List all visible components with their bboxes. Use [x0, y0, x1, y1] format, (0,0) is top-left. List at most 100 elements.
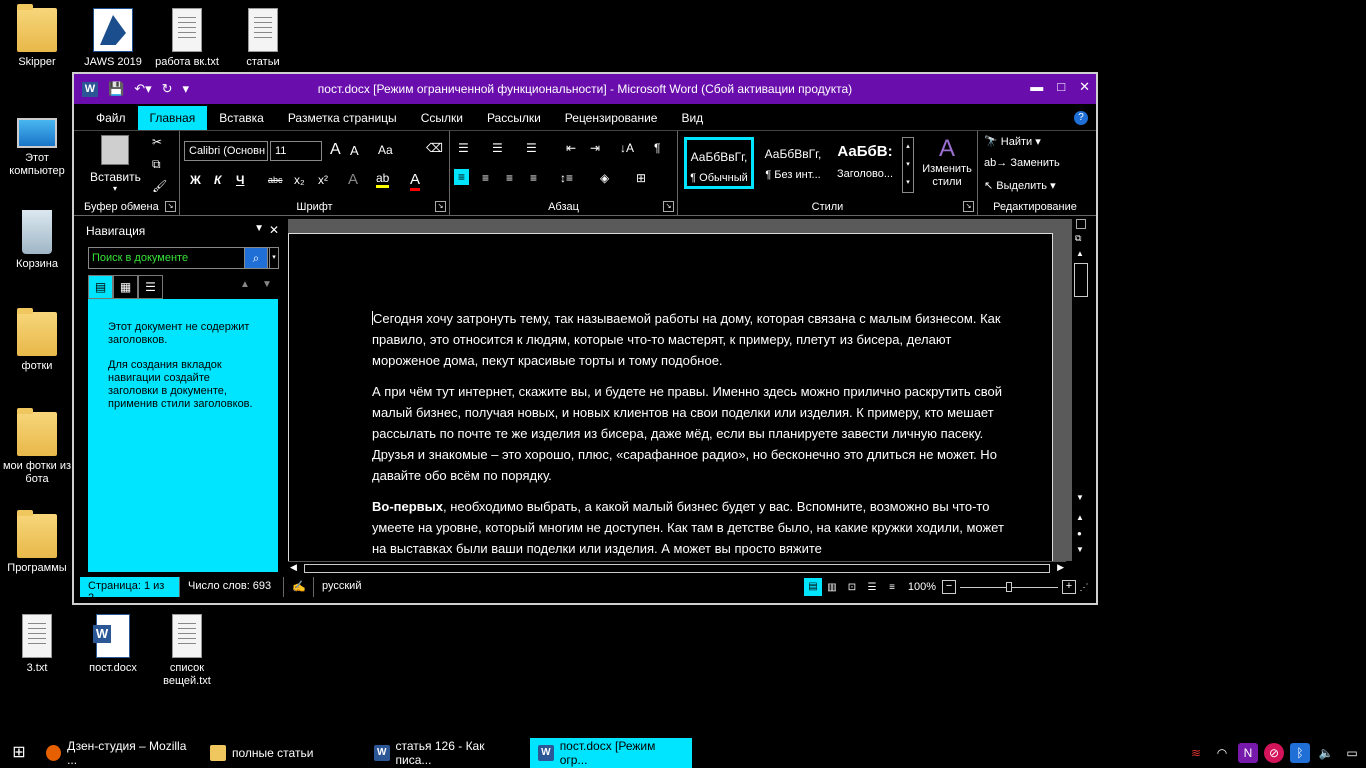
font-color-icon[interactable]: A	[410, 171, 421, 191]
grow-font-icon[interactable]: A	[330, 141, 341, 159]
zoom-in-button[interactable]: +	[1062, 580, 1076, 594]
view-print-layout-icon[interactable]: ▤	[804, 578, 822, 596]
tab-references[interactable]: Ссылки	[409, 106, 475, 130]
select-button[interactable]: ↖ Выделить ▾	[984, 179, 1056, 192]
find-button[interactable]: 🔭 Найти ▾	[984, 135, 1041, 148]
align-left-icon[interactable]: ≡	[454, 169, 470, 185]
tab-home[interactable]: Главная	[137, 106, 208, 130]
document-text[interactable]: Сегодня хочу затронуть тему, так называе…	[372, 309, 1012, 561]
cut-icon[interactable]: ✂	[152, 135, 162, 149]
windows-start-icon[interactable]: ⊞	[0, 738, 38, 768]
nav-search-dropdown-icon[interactable]: ▾	[269, 247, 279, 269]
vertical-scrollbar[interactable]: ⧉ ▲ ▼ ▲ ● ▼	[1072, 219, 1092, 561]
font-size-combo[interactable]: 11	[270, 141, 322, 161]
sort-icon[interactable]: ↓A	[620, 141, 634, 155]
taskbar-item-word-article[interactable]: W статья 126 - Как писа...	[366, 738, 528, 768]
subscript-icon[interactable]: x₂	[294, 173, 305, 187]
desktop-icon-spisok[interactable]: список вещей.txt	[150, 614, 224, 688]
horizontal-scrollbar[interactable]: ◀ ▶	[288, 561, 1066, 575]
text-effects-icon[interactable]: A	[348, 171, 358, 188]
volume-icon[interactable]: 🔈	[1316, 743, 1336, 763]
tab-insert[interactable]: Вставка	[207, 106, 276, 130]
nav-tab-headings[interactable]: ▤	[88, 275, 113, 299]
bullets-icon[interactable]: ☰	[458, 141, 469, 155]
bold-button[interactable]: Ж	[190, 173, 201, 187]
app-tray-icon[interactable]: ⊘	[1264, 743, 1284, 763]
maximize-icon[interactable]: □	[1057, 79, 1065, 95]
view-draft-icon[interactable]: ≡	[882, 582, 902, 593]
clear-formatting-icon[interactable]: ⌫	[426, 141, 443, 155]
zoom-out-button[interactable]: −	[942, 580, 956, 594]
paragraph-3[interactable]: Во-первых, необходимо выбрать, а какой м…	[372, 497, 1012, 559]
help-icon[interactable]: ?	[1074, 111, 1088, 125]
align-center-icon[interactable]: ≡	[482, 171, 489, 185]
onenote-icon[interactable]: N	[1238, 743, 1258, 763]
nav-tab-pages[interactable]: ▦	[113, 275, 138, 299]
ruler-toggle-icon[interactable]	[1076, 219, 1086, 229]
tab-review[interactable]: Рецензирование	[553, 106, 670, 130]
change-styles-button[interactable]: A Изменить стили	[918, 135, 976, 189]
bluetooth-icon[interactable]: ᛒ	[1290, 743, 1310, 763]
superscript-icon[interactable]: x²	[318, 173, 328, 187]
shading-icon[interactable]: ◈	[600, 171, 609, 185]
nav-close-icon[interactable]: ✕	[269, 223, 279, 237]
underline-button[interactable]: Ч	[236, 173, 244, 187]
view-reading-icon[interactable]: ▥	[822, 582, 842, 593]
scroll-left-icon[interactable]: ◀	[290, 562, 297, 573]
scroll-right-icon[interactable]: ▶	[1057, 562, 1064, 573]
strikethrough-button[interactable]: abc	[268, 175, 283, 185]
taskbar-item-folder[interactable]: полные статьи	[202, 738, 364, 768]
word-count[interactable]: Число слов: 693	[180, 577, 284, 597]
tab-page-layout[interactable]: Разметка страницы	[276, 106, 409, 130]
dialog-launcher-icon[interactable]: ↘	[435, 201, 446, 212]
show-marks-icon[interactable]: ¶	[654, 141, 660, 155]
scroll-thumb[interactable]	[1074, 263, 1088, 297]
proofing-icon[interactable]: ✍	[284, 577, 314, 597]
paragraph-2[interactable]: А при чём тут интернет, скажите вы, и бу…	[372, 382, 1012, 486]
replace-button[interactable]: ab→ Заменить	[984, 157, 1060, 169]
view-web-icon[interactable]: ⊡	[842, 582, 862, 593]
desktop-icon-rabota[interactable]: работа вк.txt	[150, 8, 224, 69]
tab-view[interactable]: Вид	[669, 106, 715, 130]
style-heading1[interactable]: АаБбВ: Заголово...	[830, 137, 900, 189]
document-area[interactable]: Сегодня хочу затронуть тему, так называе…	[288, 219, 1084, 561]
scroll-up-icon[interactable]: ▲	[1076, 249, 1084, 258]
multilevel-list-icon[interactable]: ☰	[526, 141, 537, 155]
network-icon[interactable]: ◠	[1212, 743, 1232, 763]
language[interactable]: русский	[314, 577, 400, 597]
nav-tab-results[interactable]: ☰	[138, 275, 163, 299]
italic-button[interactable]: К	[214, 173, 221, 187]
desktop-icon-skipper[interactable]: Skipper	[0, 4, 74, 69]
next-page-icon[interactable]: ▼	[1076, 545, 1084, 554]
desktop-icon-computer[interactable]: Этот компьютер	[0, 110, 74, 178]
prev-page-icon[interactable]: ▲	[1076, 513, 1084, 522]
search-icon[interactable]: ⌕	[244, 247, 268, 269]
style-normal[interactable]: АаБбВвГг, ¶ Обычный	[684, 137, 754, 189]
resize-grip-icon[interactable]: ⋰	[1076, 582, 1092, 593]
justify-icon[interactable]: ≡	[530, 171, 537, 185]
view-outline-icon[interactable]: ☰	[862, 582, 882, 593]
borders-icon[interactable]: ⊞	[636, 171, 646, 185]
nav-next-icon[interactable]: ▼	[262, 279, 272, 290]
scroll-down-icon[interactable]: ▼	[1076, 493, 1084, 502]
jaws-tray-icon[interactable]: ≋	[1186, 743, 1206, 763]
notifications-icon[interactable]: ▭	[1342, 743, 1362, 763]
desktop-icon-jaws[interactable]: JAWS 2019	[76, 8, 150, 69]
desktop-icon-fotki[interactable]: фотки	[0, 308, 74, 373]
taskbar-item-firefox[interactable]: Дзен-студия – Mozilla ...	[38, 738, 200, 768]
zoom-slider[interactable]	[956, 580, 1062, 594]
desktop-icon-3txt[interactable]: 3.txt	[0, 614, 74, 675]
line-spacing-icon[interactable]: ↕≡	[560, 171, 573, 185]
desktop-icon-programmy[interactable]: Программы	[0, 510, 74, 575]
paste-button[interactable]: Вставить ▾	[90, 135, 141, 193]
dialog-launcher-icon[interactable]: ↘	[165, 201, 176, 212]
zoom-level[interactable]: 100%	[902, 581, 942, 593]
styles-scroll[interactable]: ▴ ▾ ▾	[902, 137, 914, 193]
tab-mailings[interactable]: Рассылки	[475, 106, 553, 130]
paragraph-1[interactable]: Сегодня хочу затронуть тему, так называе…	[372, 309, 1012, 371]
close-icon[interactable]: ✕	[1079, 79, 1090, 95]
nav-prev-icon[interactable]: ▲	[240, 279, 250, 290]
view-ruler-icon[interactable]: ⧉	[1075, 233, 1081, 244]
align-right-icon[interactable]: ≡	[506, 171, 513, 185]
decrease-indent-icon[interactable]: ⇤	[566, 141, 576, 155]
